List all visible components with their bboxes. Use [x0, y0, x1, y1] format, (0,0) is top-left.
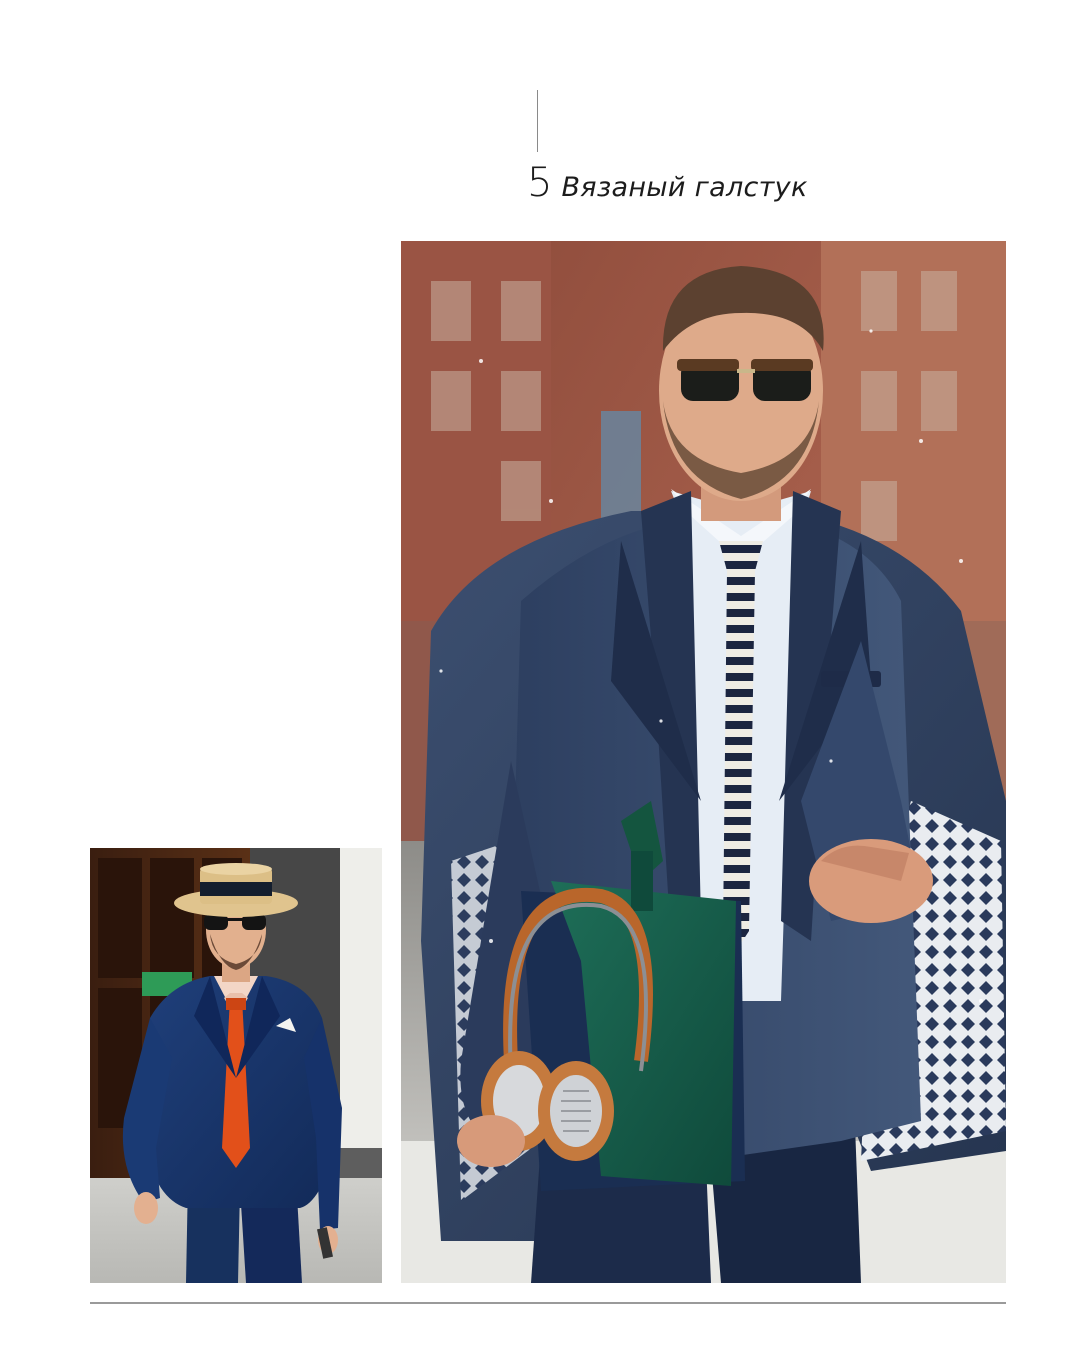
footer-rule [90, 1302, 1006, 1304]
section-number: 5 [527, 160, 552, 206]
document-page: 5 Вязаный галстук [0, 0, 1065, 1372]
street-style-photo-small [90, 848, 382, 1283]
section-title: Вязаный галстук [561, 172, 808, 203]
photo-boater-hat-icon [90, 848, 382, 1283]
photo-knit-tie-icon [401, 241, 1006, 1283]
section-heading: 5 Вязаный галстук [527, 158, 808, 208]
street-style-photo-main [401, 241, 1006, 1283]
vertical-header-rule [537, 90, 538, 152]
